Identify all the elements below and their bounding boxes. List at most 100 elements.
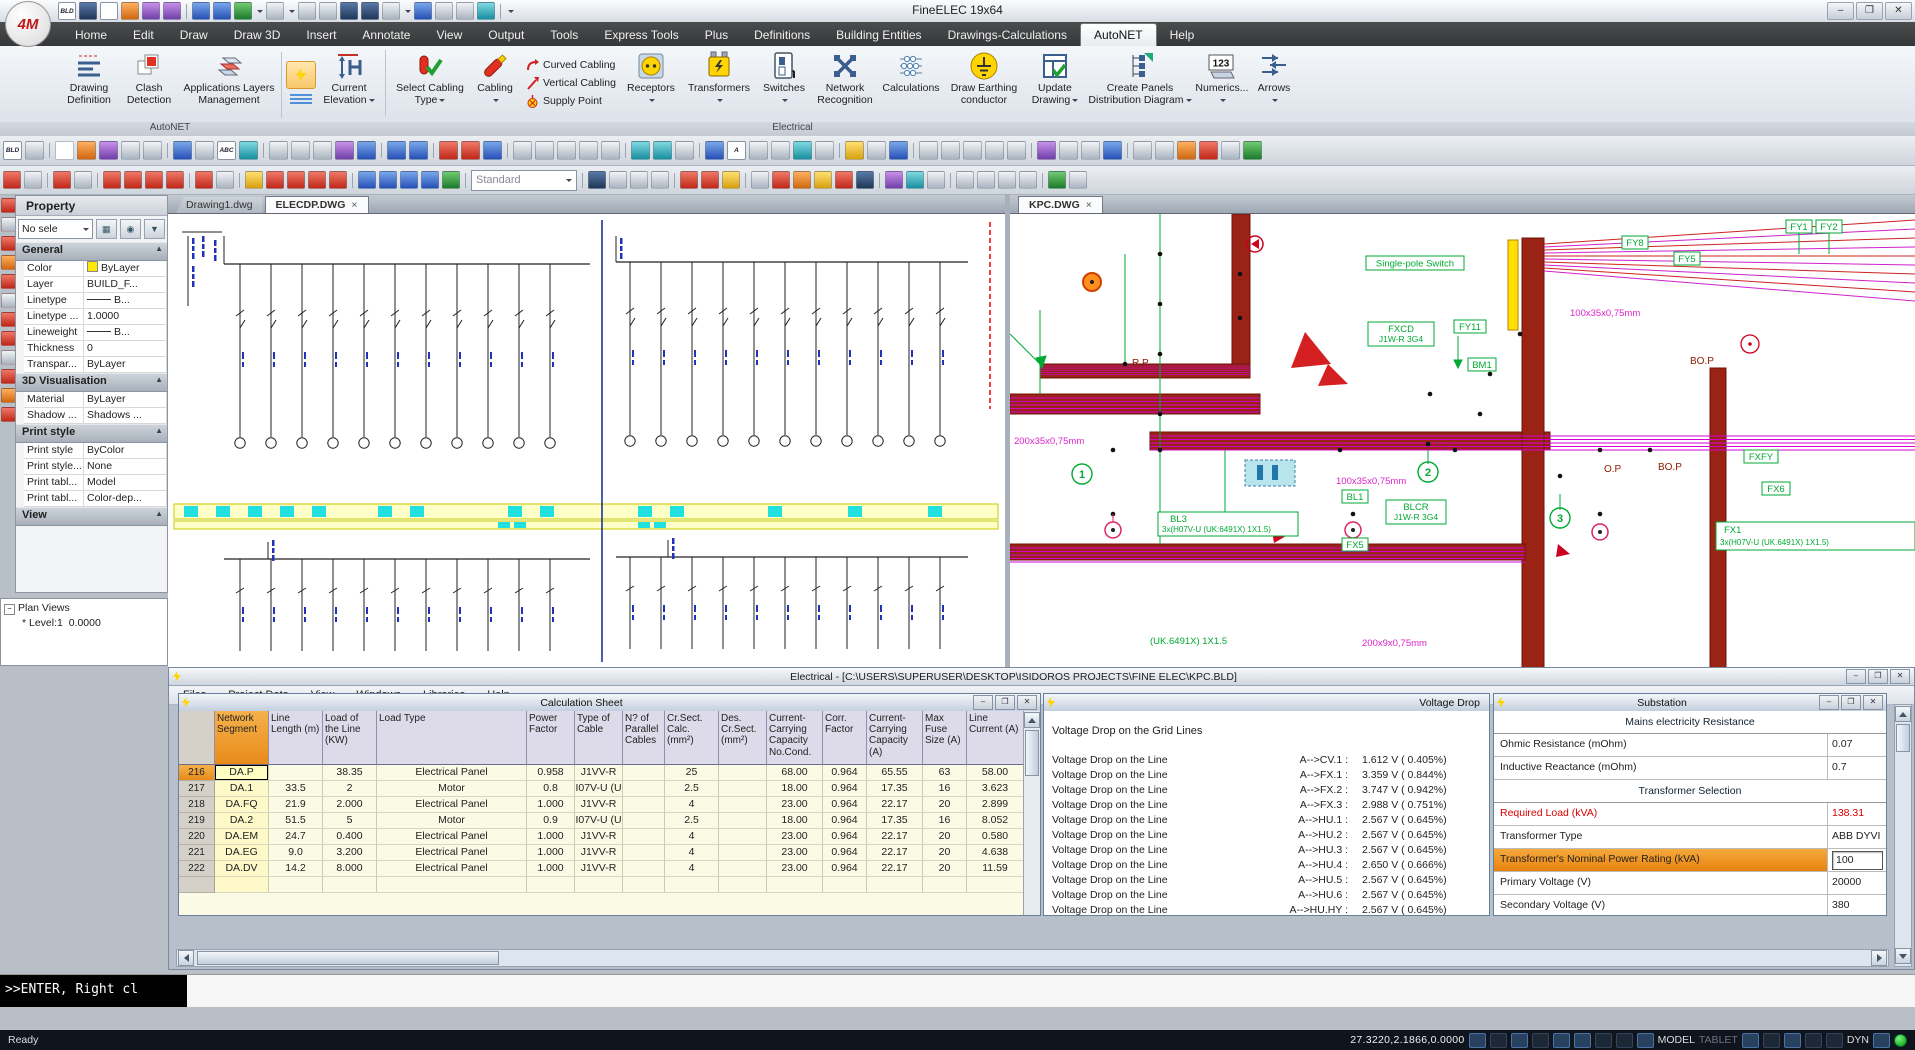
table-row[interactable]: 219DA.251.55Motor0.9I07V-U (U2.518.000.9… (179, 813, 1024, 829)
polyline-icon[interactable] (535, 141, 554, 160)
zoom-icon[interactable] (266, 2, 284, 20)
qat-overflow-icon[interactable] (508, 10, 514, 16)
image-icon[interactable] (906, 171, 924, 189)
select-cabling-type-button[interactable]: Select Cabling Type (391, 48, 469, 110)
walk-icon[interactable] (1048, 171, 1066, 189)
dim-radius-icon[interactable] (74, 171, 92, 189)
electrical-vertical-scrollbar[interactable] (1894, 704, 1912, 967)
color-control-icon[interactable] (889, 141, 908, 160)
trim-icon[interactable] (1, 217, 16, 232)
clean-screen-icon[interactable] (1873, 1033, 1890, 1048)
explode-icon[interactable] (461, 141, 480, 160)
command-prompt[interactable]: >>ENTER, Right cl (0, 975, 187, 1007)
bld-folder-icon[interactable] (79, 2, 97, 20)
substation-title-bar[interactable]: Substation – ❐ ✕ (1494, 694, 1886, 712)
revision-cloud-icon[interactable] (680, 171, 698, 189)
new-icon[interactable] (55, 141, 74, 160)
print-icon[interactable] (382, 2, 400, 20)
text-icon[interactable] (705, 141, 724, 160)
dim-edit-icon[interactable] (308, 171, 326, 189)
tab-tools[interactable]: Tools (537, 24, 591, 46)
tab-view[interactable]: View (423, 24, 475, 46)
pan-icon[interactable] (675, 141, 694, 160)
wipeout-icon[interactable] (701, 171, 719, 189)
tab-home[interactable]: Home (62, 24, 120, 46)
prop-row-linetype-scale[interactable]: Linetype ...1.0000 (24, 309, 167, 325)
tab-output[interactable]: Output (475, 24, 537, 46)
publish-icon[interactable] (456, 2, 474, 20)
motion-path-icon[interactable] (1069, 171, 1087, 189)
command-line[interactable]: >>ENTER, Right cl (0, 974, 1915, 1007)
xref-icon[interactable] (885, 171, 903, 189)
restore-button[interactable]: ❐ (995, 695, 1015, 710)
status-ok-icon[interactable] (1894, 1034, 1907, 1047)
calc-vertical-scrollbar[interactable] (1023, 711, 1040, 915)
qleader-icon[interactable] (245, 171, 263, 189)
center-mark-icon[interactable] (287, 171, 305, 189)
dim-inspect-icon[interactable] (442, 171, 460, 189)
transformers-button[interactable]: Transformers (682, 48, 756, 110)
tab-insert[interactable]: Insert (293, 24, 349, 46)
workspace-icon[interactable] (25, 141, 44, 160)
prop-row-print-table-type[interactable]: Print tabl...Color-dep... (24, 491, 167, 507)
close-button[interactable]: ✕ (1863, 695, 1883, 710)
ortho-toggle-icon[interactable] (1511, 1033, 1528, 1048)
cabling-button[interactable]: Cabling (469, 48, 521, 110)
table-row[interactable]: 222DA.DV14.28.000Electrical Panel1.000J1… (179, 861, 1024, 877)
match-properties-icon[interactable] (335, 141, 354, 160)
prop-row-color[interactable]: ColorByLayer (24, 261, 167, 277)
receptors-button[interactable]: Receptors (620, 48, 682, 110)
table-row[interactable]: 220DA.EM24.70.400Electrical Panel1.000J1… (179, 829, 1024, 845)
tab-plus[interactable]: Plus (692, 24, 741, 46)
ducs-toggle-icon[interactable] (1595, 1033, 1612, 1048)
move-icon[interactable] (919, 141, 938, 160)
boundary-icon[interactable] (722, 171, 740, 189)
prop-row-lineweight[interactable]: LineweightB... (24, 325, 167, 341)
dim-reassociate-icon[interactable] (421, 171, 439, 189)
section-general[interactable]: General▲ (16, 242, 167, 261)
point-style-icon[interactable] (793, 171, 811, 189)
tab-help[interactable]: Help (1157, 24, 1208, 46)
collapse-icon[interactable]: − (4, 604, 15, 615)
shade-wireframe-icon[interactable] (298, 2, 316, 20)
align-icon[interactable] (1, 388, 16, 403)
area-icon[interactable] (1199, 141, 1218, 160)
annotation-visibility-icon[interactable] (1763, 1033, 1780, 1048)
table-style-icon[interactable] (588, 171, 606, 189)
substation-row-nominal-power[interactable]: Transformer's Nominal Power Rating (kVA)… (1494, 849, 1886, 872)
otrack-toggle-icon[interactable] (1574, 1033, 1591, 1048)
section-view[interactable]: View▲ (16, 507, 167, 526)
dimension-icon[interactable] (749, 141, 768, 160)
dim-aligned-icon[interactable] (24, 171, 42, 189)
tab-kpc[interactable]: KPC.DWG× (1018, 196, 1103, 213)
tab-draw[interactable]: Draw (167, 24, 221, 46)
undo-icon[interactable] (387, 141, 406, 160)
block-editor-icon[interactable] (357, 141, 376, 160)
close-button[interactable]: ✕ (1017, 695, 1037, 710)
autonet-mode-toggle[interactable] (286, 61, 316, 89)
sheet-set-icon[interactable] (1059, 141, 1078, 160)
tab-elecdp[interactable]: ELECDP.DWG× (265, 196, 369, 213)
dim-diameter-icon[interactable] (103, 171, 121, 189)
prop-row-print-style[interactable]: Print styleByColor (24, 443, 167, 459)
close-tab-icon[interactable]: × (1086, 199, 1092, 211)
annotation-scale-icon[interactable] (1742, 1033, 1759, 1048)
dim-update-icon[interactable] (358, 171, 376, 189)
modify-icon[interactable] (1, 198, 16, 213)
publish-icon[interactable] (173, 141, 192, 160)
snap-toggle-icon[interactable] (1469, 1033, 1486, 1048)
prop-row-transparency[interactable]: Transpar...ByLayer (24, 357, 167, 373)
hatch-icon[interactable] (793, 141, 812, 160)
restore-button[interactable]: ❐ (1868, 669, 1888, 684)
extend-icon[interactable] (1, 236, 16, 251)
workspace-switch-icon[interactable] (1805, 1033, 1822, 1048)
minimize-button[interactable]: – (1819, 695, 1839, 710)
dim-style-icon[interactable] (379, 171, 397, 189)
model-toggle[interactable]: MODEL (1658, 1034, 1695, 1046)
dim-continue-icon[interactable] (166, 171, 184, 189)
array-icon[interactable] (1007, 141, 1026, 160)
help-icon[interactable] (483, 141, 502, 160)
table-row[interactable]: 216DA.P38.35Electrical Panel0.958J1VV-R2… (179, 765, 1024, 781)
update-drawing-button[interactable]: Update Drawing (1024, 48, 1086, 110)
toggle-pickadd-button[interactable]: ▼ (144, 219, 165, 239)
